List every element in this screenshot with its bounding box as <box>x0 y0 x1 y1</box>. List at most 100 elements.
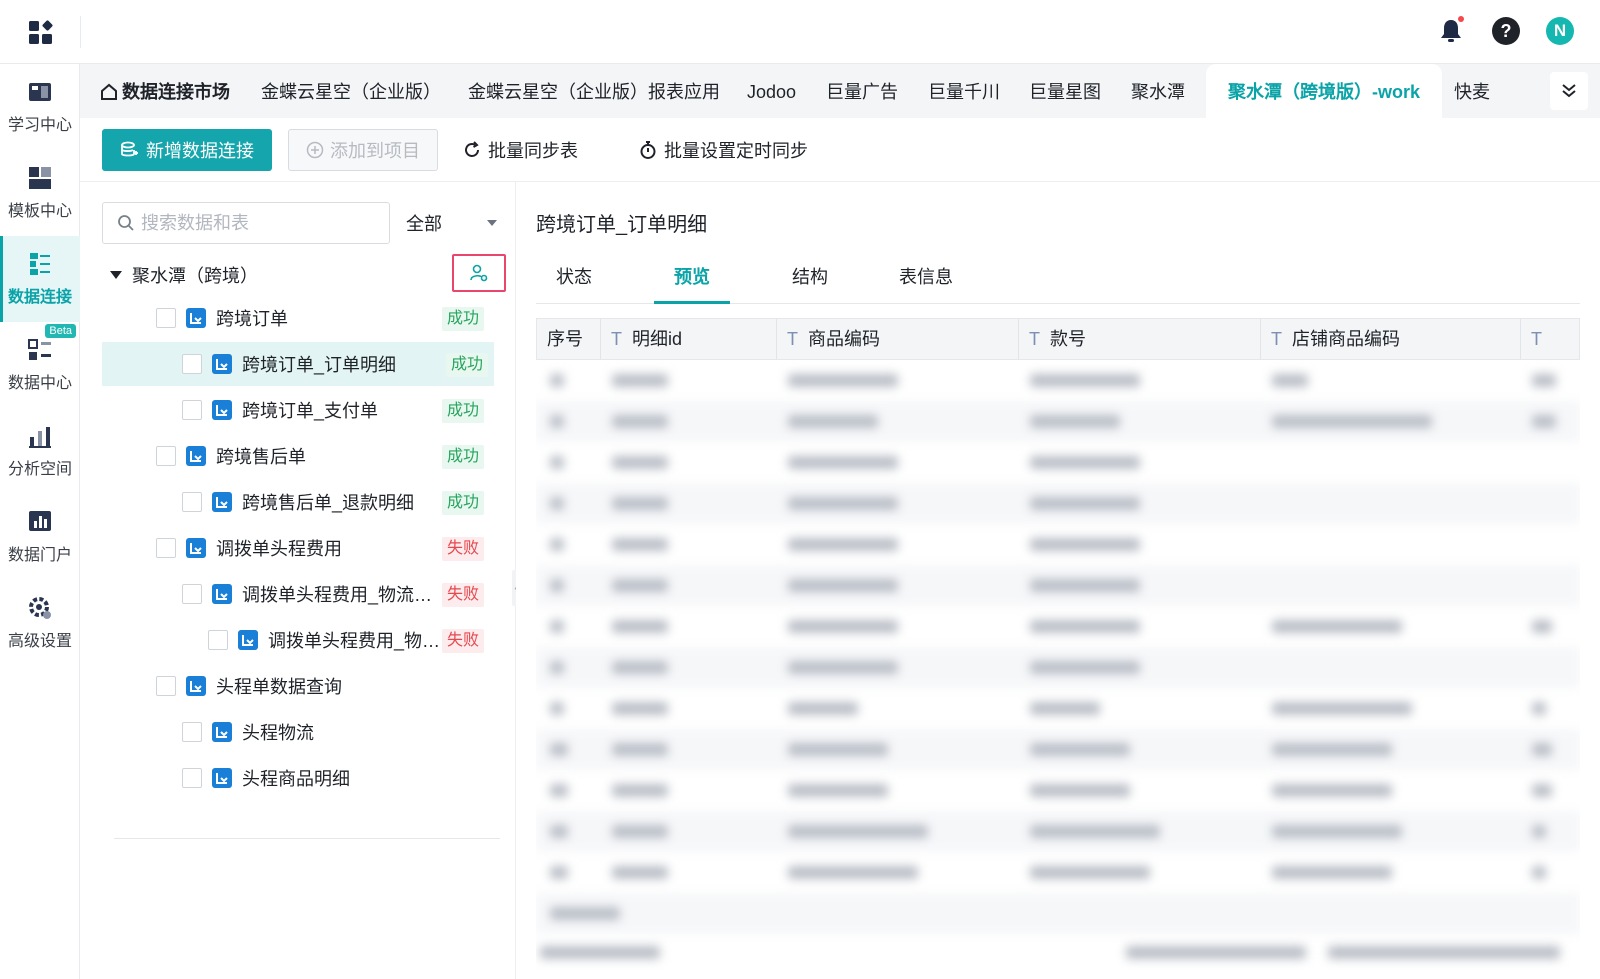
plus-circle-icon <box>306 141 324 159</box>
tab-preview[interactable]: 预览 <box>654 254 730 304</box>
add-data-connection-button[interactable]: 新增数据连接 <box>102 129 272 171</box>
search-input[interactable] <box>141 212 381 234</box>
text-type-icon: T <box>1531 329 1542 349</box>
connector-tabs: 数据连接市场 金蝶云星空（企业版） 金蝶云星空（企业版）报表应用 Jodoo 巨… <box>80 64 1600 118</box>
node-checkbox[interactable] <box>182 722 202 742</box>
left-sidebar: 学习中心 模板中心 数据连接 Beta 数据中心 分析空间 数据门户 高级设置 <box>0 64 80 979</box>
tree-node[interactable]: 头程商品明细 <box>182 756 490 800</box>
tab-qianchuan[interactable]: 巨量千川 <box>928 64 1000 118</box>
tab-structure[interactable]: 结构 <box>772 254 848 304</box>
column-header-style-no[interactable]: T 款号 <box>1019 319 1261 359</box>
tab-kingdee-report[interactable]: 金蝶云星空（企业版）报表应用 <box>468 64 720 118</box>
expand-caret-icon[interactable] <box>110 271 122 279</box>
button-label: 添加到项目 <box>330 141 420 161</box>
help-icon[interactable]: ? <box>1492 17 1520 45</box>
tabs-more-button[interactable] <box>1550 72 1588 110</box>
apps-grid-icon[interactable] <box>28 20 54 46</box>
action-toolbar: 新增数据连接 添加到项目 批量同步表 批量设置定时同步 <box>80 118 1600 182</box>
tab-home-market[interactable]: 数据连接市场 <box>100 64 230 118</box>
tree-node[interactable]: 调拨单头程费用 失败 <box>156 526 490 570</box>
column-header-shop-product-code[interactable]: T 店铺商品编码 <box>1261 319 1521 359</box>
tree-node[interactable]: 头程物流 <box>182 710 490 754</box>
tab-kuaimai[interactable]: 快麦 <box>1454 64 1490 118</box>
tab-jushuitan-crossborder[interactable]: 聚水潭（跨境版）-work <box>1206 64 1443 118</box>
tree-node[interactable]: 调拨单头程费用_物流信息 失败 <box>182 572 490 616</box>
tree-root-node[interactable]: 聚水潭（跨境） <box>110 258 258 292</box>
batch-schedule-button[interactable]: 批量设置定时同步 <box>638 129 808 171</box>
table-row <box>536 811 1580 852</box>
node-label: 调拨单头程费用 <box>216 539 342 559</box>
refresh-icon <box>465 141 479 157</box>
sidebar-item-advanced-settings[interactable]: 高级设置 <box>0 580 80 666</box>
node-label: 调拨单头程费用_物流信息 <box>242 585 448 605</box>
tree-node[interactable]: 跨境售后单_退款明细 成功 <box>182 480 490 524</box>
sidebar-item-learning[interactable]: 学习中心 <box>0 64 80 150</box>
node-checkbox[interactable] <box>182 492 202 512</box>
filter-select[interactable]: 全部 <box>406 202 502 244</box>
sidebar-item-data-connection[interactable]: 数据连接 <box>0 236 80 322</box>
text-type-icon: T <box>1271 329 1282 349</box>
column-header-detail-id[interactable]: T 明细id <box>601 319 777 359</box>
node-label: 头程物流 <box>242 723 314 743</box>
node-checkbox[interactable] <box>156 446 176 466</box>
notification-bell-icon[interactable] <box>1436 16 1466 46</box>
tab-jushuitan[interactable]: 聚水潭 <box>1131 64 1185 118</box>
table-sync-icon <box>186 538 206 558</box>
tab-oceanengine-ads[interactable]: 巨量广告 <box>826 64 898 118</box>
batch-sync-button[interactable]: 批量同步表 <box>462 129 578 171</box>
node-checkbox[interactable] <box>182 768 202 788</box>
node-checkbox[interactable] <box>182 354 202 374</box>
add-to-project-button[interactable]: 添加到项目 <box>288 129 438 171</box>
node-checkbox[interactable] <box>182 584 202 604</box>
node-checkbox[interactable] <box>156 538 176 558</box>
text-type-icon: T <box>611 329 622 349</box>
sidebar-item-data-center[interactable]: Beta 数据中心 <box>0 322 80 408</box>
tab-label: 数据连接市场 <box>122 82 230 102</box>
tree-node[interactable]: 跨境订单_支付单 成功 <box>182 388 490 432</box>
column-title: 序号 <box>547 329 583 349</box>
column-header-product-code[interactable]: T 商品编码 <box>777 319 1019 359</box>
caret-down-icon <box>487 220 497 226</box>
table-row <box>536 360 1580 401</box>
sidebar-item-templates[interactable]: 模板中心 <box>0 150 80 236</box>
header-divider <box>80 16 81 48</box>
data-connection-icon <box>30 253 50 275</box>
tree-node[interactable]: 跨境订单 成功 <box>156 296 490 340</box>
template-icon <box>29 167 51 189</box>
node-checkbox[interactable] <box>182 400 202 420</box>
table-row <box>536 565 1580 606</box>
node-label: 头程单数据查询 <box>216 677 342 697</box>
table-row <box>536 647 1580 688</box>
tree-node[interactable]: 头程单数据查询 <box>156 664 490 708</box>
stopwatch-icon <box>640 141 656 159</box>
node-checkbox[interactable] <box>156 308 176 328</box>
tree-node[interactable]: 跨境售后单 成功 <box>156 434 490 478</box>
tab-table-info[interactable]: 表信息 <box>888 254 964 304</box>
node-label: 跨境订单 <box>216 309 288 329</box>
tab-kingdee-enterprise[interactable]: 金蝶云星空（企业版） <box>261 64 441 118</box>
analysis-icon <box>29 427 51 448</box>
tab-jodoo[interactable]: Jodoo <box>747 64 796 118</box>
connection-settings-button[interactable] <box>452 254 506 292</box>
tree-root-label: 聚水潭（跨境） <box>132 266 258 286</box>
user-avatar[interactable]: N <box>1546 17 1574 45</box>
node-checkbox[interactable] <box>156 676 176 696</box>
tree-node[interactable]: 调拨单头程费用_物流... 失败 <box>208 618 490 662</box>
tree-node-selected[interactable]: 跨境订单_订单明细 成功 <box>102 342 494 386</box>
node-checkbox[interactable] <box>208 630 228 650</box>
notification-dot <box>1458 16 1464 22</box>
search-box[interactable] <box>102 202 390 244</box>
tab-xingtu[interactable]: 巨量星图 <box>1029 64 1101 118</box>
home-icon <box>101 83 117 100</box>
sidebar-item-label: 数据门户 <box>7 547 72 564</box>
sidebar-item-label: 数据中心 <box>7 375 72 392</box>
column-header-more[interactable]: T <box>1521 319 1580 359</box>
column-title: 店铺商品编码 <box>1292 329 1400 349</box>
sidebar-item-portal[interactable]: 数据门户 <box>0 494 80 580</box>
grid-header: 序号 T 明细id T 商品编码 T 款号 T 店铺商品编码 T <box>536 318 1580 360</box>
table-sync-icon <box>186 676 206 696</box>
sidebar-item-analysis[interactable]: 分析空间 <box>0 408 80 494</box>
top-header: ? N <box>0 0 1600 64</box>
tab-status[interactable]: 状态 <box>536 254 612 304</box>
column-header-index[interactable]: 序号 <box>537 319 601 359</box>
